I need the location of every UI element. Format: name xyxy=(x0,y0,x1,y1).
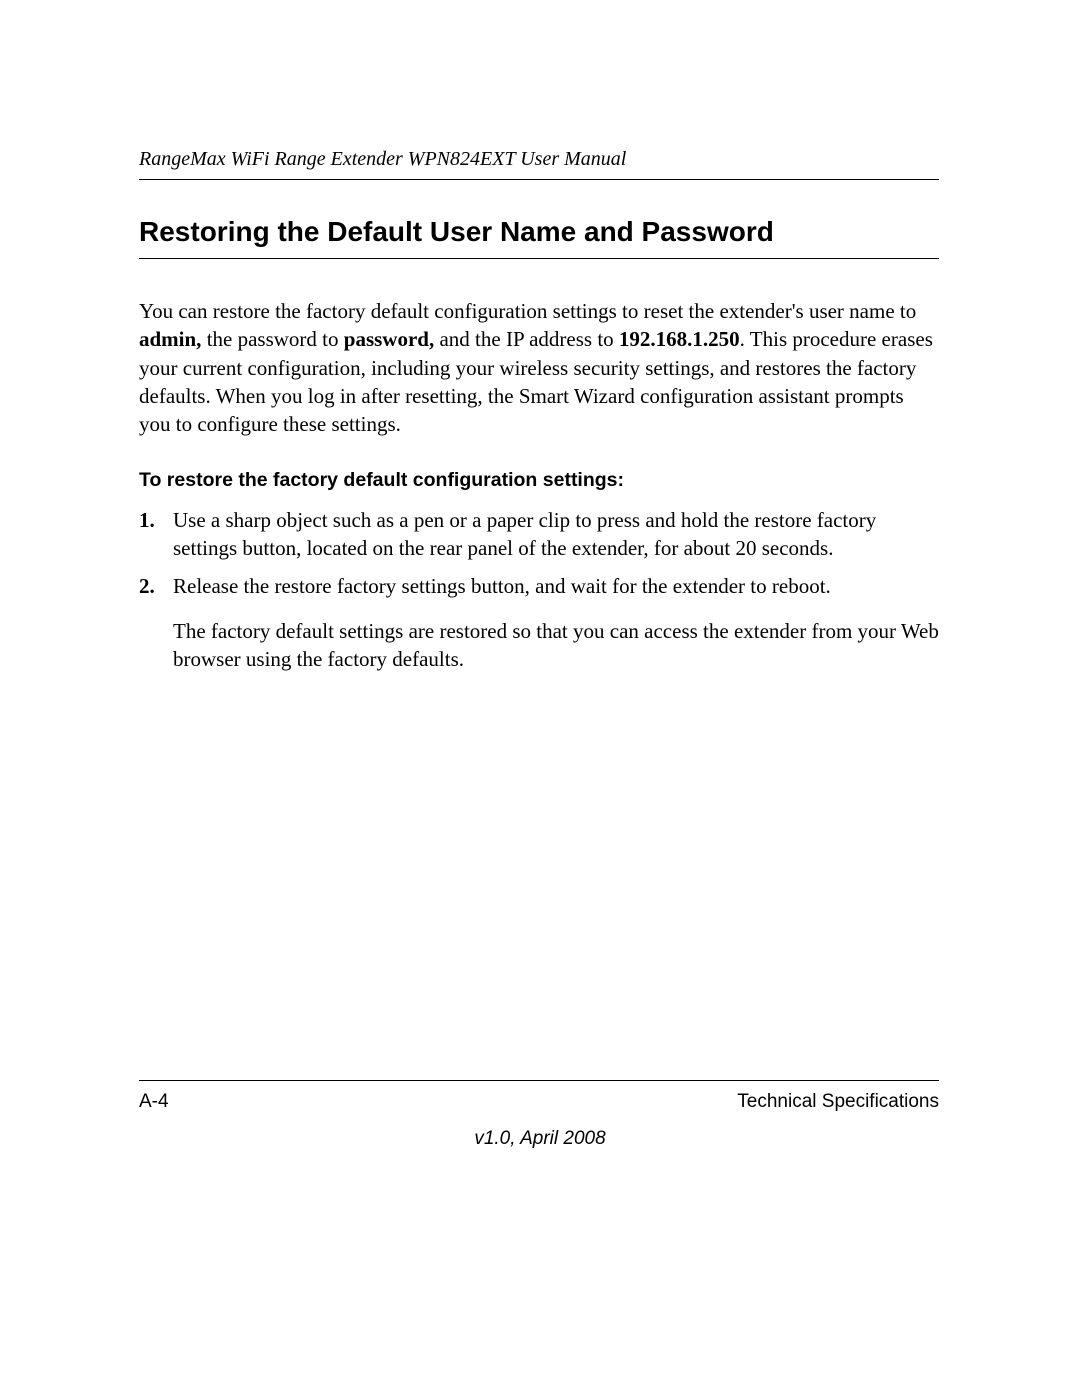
footer-version: v1.0, April 2008 xyxy=(0,1128,1080,1150)
intro-bold-ip: 192.168.1.250 xyxy=(619,327,740,351)
footer-rule xyxy=(139,1080,939,1081)
page-body: RangeMax WiFi Range Extender WPN824EXT U… xyxy=(139,148,939,673)
intro-text-2: the password to xyxy=(201,327,343,351)
footer-section-name: Technical Specifications xyxy=(737,1091,939,1113)
procedure-heading: To restore the factory default configura… xyxy=(139,469,939,492)
intro-bold-password: password, xyxy=(344,327,434,351)
list-item: 1. Use a sharp object such as a pen or a… xyxy=(139,506,939,563)
list-number: 2. xyxy=(139,572,173,600)
page-footer: A-4 Technical Specifications xyxy=(139,1080,939,1113)
step-followup: The factory default settings are restore… xyxy=(173,617,939,674)
running-header: RangeMax WiFi Range Extender WPN824EXT U… xyxy=(139,148,939,180)
procedure-list: 1. Use a sharp object such as a pen or a… xyxy=(139,506,939,601)
intro-bold-admin: admin, xyxy=(139,327,201,351)
intro-paragraph: You can restore the factory default conf… xyxy=(139,297,939,439)
list-text: Release the restore factory settings but… xyxy=(173,572,939,600)
section-heading: Restoring the Default User Name and Pass… xyxy=(139,216,939,259)
list-text: Use a sharp object such as a pen or a pa… xyxy=(173,506,939,563)
list-item: 2. Release the restore factory settings … xyxy=(139,572,939,600)
intro-text-3: and the IP address to xyxy=(434,327,619,351)
intro-text-1: You can restore the factory default conf… xyxy=(139,299,916,323)
list-number: 1. xyxy=(139,506,173,563)
page-number: A-4 xyxy=(139,1091,169,1113)
